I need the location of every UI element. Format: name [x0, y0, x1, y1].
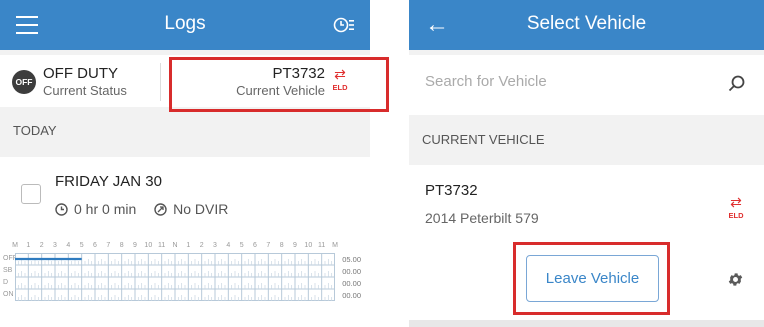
bottom-strip [409, 320, 764, 327]
no-dvir-icon [154, 202, 167, 216]
day-checkbox[interactable] [21, 184, 41, 204]
hour-label: 1 [186, 242, 191, 249]
hour-label: 4 [226, 242, 231, 249]
row-total: 00.00 [342, 291, 361, 300]
logs-app-bar: Logs [0, 0, 370, 50]
search-bar [409, 55, 764, 115]
hour-label: 4 [66, 242, 71, 249]
duty-status-label: Current Status [43, 83, 127, 98]
day-meta: 0 hr 0 min No DVIR [55, 201, 242, 219]
hour-label: 3 [53, 242, 57, 249]
hour-label: 2 [199, 242, 204, 249]
hour-label: 6 [253, 242, 257, 249]
hour-label: 10 [144, 242, 153, 249]
hour-label: M [12, 242, 18, 249]
hour-label: 2 [39, 242, 44, 249]
day-log-card[interactable]: FRIDAY JAN 30 0 hr 0 min No DVIR M 1 2 3 4 5 6… [0, 157, 370, 327]
row-label: ON [3, 291, 14, 298]
status-badge: OFF [12, 70, 36, 94]
status-divider [160, 63, 161, 101]
row-label: SB [3, 267, 13, 274]
page-title: Select Vehicle [526, 13, 647, 34]
eld-connection-badge[interactable]: ⇄ ELD [726, 195, 746, 220]
hour-label: 8 [279, 242, 284, 249]
dvir-value: No DVIR [173, 201, 229, 217]
hour-label: 11 [158, 242, 166, 249]
page-title: Logs [164, 13, 206, 34]
row-total: 00.00 [342, 267, 361, 276]
hour-label: 3 [213, 242, 217, 249]
highlight-box-leave-vehicle [513, 242, 670, 315]
hour-label: 11 [318, 242, 326, 249]
hour-label: N [172, 242, 178, 249]
hour-label: 7 [106, 242, 111, 249]
hour-label: 1 [26, 242, 31, 249]
hour-label: 9 [293, 242, 297, 249]
hour-label: 9 [133, 242, 137, 249]
row-total: 00.00 [342, 279, 361, 288]
day-date: JAN 30 [112, 173, 162, 190]
day-title: FRIDAY JAN 30 [55, 173, 162, 190]
log-graph: M 1 2 3 4 5 6 7 8 9 10 11 N 1 2 3 4 5 6 7 8 9 10 11 M OFF SB D ON 0… [3, 242, 365, 327]
vehicle-id: PT3732 [425, 182, 478, 199]
gear-icon[interactable] [727, 271, 744, 288]
hour-label: 5 [79, 242, 84, 249]
swap-arrows-icon: ⇄ [730, 194, 742, 210]
search-input[interactable] [425, 73, 715, 90]
hours-item: 0 hr 0 min [55, 201, 136, 217]
hour-label: 7 [266, 242, 271, 249]
hour-label: 8 [119, 242, 124, 249]
row-total: 05.00 [342, 255, 361, 264]
log-grid [15, 253, 335, 301]
eld-label: ELD [728, 211, 744, 220]
hour-label: 6 [93, 242, 97, 249]
hours-value: 0 hr 0 min [74, 201, 137, 217]
hour-label: M [332, 242, 338, 249]
section-header-today: TODAY [13, 123, 57, 138]
hour-label: 10 [304, 242, 313, 249]
section-header-current-vehicle: CURRENT VEHICLE [422, 132, 545, 147]
hour-labels: M 1 2 3 4 5 6 7 8 9 10 11 N 1 2 3 4 5 6 7 8 9 10 11 M [12, 242, 341, 252]
search-icon[interactable] [728, 75, 746, 93]
clock-icon [55, 202, 68, 216]
highlight-box-current-vehicle [169, 57, 389, 112]
day-name: FRIDAY [55, 173, 109, 190]
select-vehicle-app-bar: ← Select Vehicle [409, 0, 764, 50]
duty-status[interactable]: OFF DUTY [43, 65, 118, 82]
logs-screen: Logs OFF OFF DUTY Current Status PT3732 … [0, 0, 370, 327]
timer-list-icon[interactable] [333, 15, 355, 35]
row-label: D [3, 279, 9, 286]
vehicle-model: 2014 Peterbilt 579 [425, 210, 539, 226]
hour-label: 5 [239, 242, 244, 249]
dvir-item: No DVIR [154, 201, 228, 217]
